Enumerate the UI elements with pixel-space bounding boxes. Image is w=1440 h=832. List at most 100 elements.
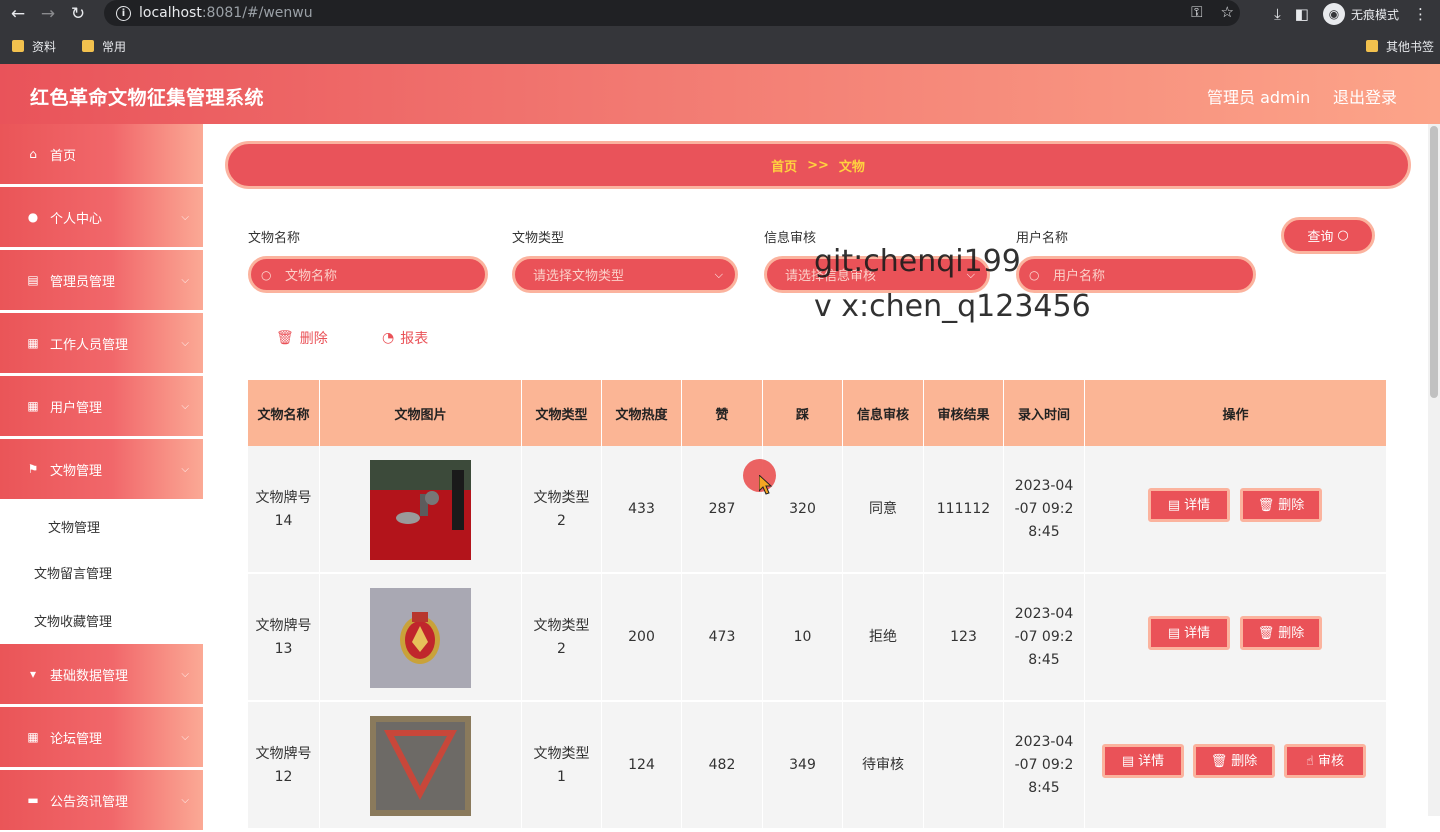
sidebar-item-basic-data[interactable]: ▾ 基础数据管理 ⌵: [0, 644, 203, 706]
relic-image-thumbnail[interactable]: [370, 459, 471, 560]
other-bookmarks[interactable]: 其他书签: [1365, 38, 1434, 55]
sidebar-item-home[interactable]: ⌂ 首页: [0, 124, 203, 186]
delete-button[interactable]: 🗑 删除: [1240, 616, 1322, 650]
trash-icon: 🗑: [276, 330, 294, 346]
table-header: 文物名称 文物图片 文物类型 文物热度 赞 踩 信息审核 审核结果 录入时间 操…: [248, 380, 1386, 446]
sidebar-item-news[interactable]: ▬ 公告资讯管理 ⌵: [0, 770, 203, 832]
forward-icon[interactable]: →: [36, 2, 60, 26]
sidebar-item-staff[interactable]: ▦ 工作人员管理 ⌵: [0, 313, 203, 375]
detail-button[interactable]: ▤ 详情: [1148, 488, 1230, 522]
submenu-item-relic-messages[interactable]: 文物留言管理: [34, 563, 112, 582]
home-icon: ⌂: [29, 147, 37, 161]
trash-icon: 🗑: [1257, 625, 1275, 641]
sidebar: ⌂ 首页 ● 个人中心 ⌵ ▤ 管理员管理 ⌵ ▦ 工作人员管理 ⌵ ▦ 用户管理 ⌵ ⚑ 文物管理…: [0, 124, 207, 832]
bookmark-folder[interactable]: 常用: [82, 38, 126, 55]
scrollbar-thumb[interactable]: [1430, 126, 1438, 398]
watermark-line: v x:chen_q123456: [814, 289, 1091, 324]
browser-chrome: ← → ↻ i localhost:8081/#/wenwu ⚿ ☆ ⤓ ◧ ◉…: [0, 0, 1440, 64]
column-header: 文物类型: [522, 380, 602, 446]
site-info-icon[interactable]: i: [116, 5, 131, 21]
cell-actions: ▤ 详情 🗑 删除: [1085, 574, 1386, 701]
cell-text: 2023-04-07 09:28:45: [1014, 606, 1074, 668]
sidebar-item-forum[interactable]: ▦ 论坛管理 ⌵: [0, 707, 203, 769]
button-label: 详情: [1184, 497, 1211, 513]
address-bar[interactable]: i localhost:8081/#/wenwu: [104, 0, 1240, 26]
cell-likes: 482: [682, 702, 763, 829]
report-label: 报表: [400, 331, 429, 347]
relic-type-select[interactable]: 请选择文物类型 ⌵: [512, 256, 738, 293]
button-label: 审核: [1317, 753, 1344, 769]
cell-text: 文物牌号14: [255, 489, 312, 529]
chevron-down-icon: ⌵: [181, 400, 189, 412]
grid-icon: ▦: [27, 336, 39, 350]
chevron-down-icon: ⌵: [181, 337, 189, 349]
sidebar-item-admins[interactable]: ▤ 管理员管理 ⌵: [0, 250, 203, 312]
sidebar-item-profile[interactable]: ● 个人中心 ⌵: [0, 187, 203, 249]
bookmark-folder[interactable]: 资料: [12, 38, 56, 55]
back-icon[interactable]: ←: [6, 2, 30, 26]
submenu-item-relics[interactable]: 文物管理: [48, 517, 100, 536]
bookmark-label: 其他书签: [1385, 39, 1434, 54]
flag-icon: ⚑: [27, 462, 39, 476]
sidebar-item-users[interactable]: ▦ 用户管理 ⌵: [0, 376, 203, 438]
folder-icon: [82, 40, 95, 52]
cell-text: 2023-04-07 09:28:45: [1014, 734, 1074, 796]
cell-relic-image: [320, 702, 522, 829]
sidebar-item-relics[interactable]: ⚑ 文物管理 ⌵: [0, 439, 203, 501]
cell-dislikes: 10: [763, 574, 843, 701]
incognito-icon: ◉: [1322, 3, 1345, 25]
input-placeholder: 用户名称: [1053, 269, 1106, 284]
table-row: 文物牌号14 文物类型2 433 287 320 同意 111112 2023-…: [248, 446, 1386, 573]
thumbs-up-icon: ☝: [1306, 753, 1314, 769]
bookmark-label: 资料: [32, 39, 57, 54]
query-button[interactable]: 查询 ○: [1281, 217, 1375, 254]
search-icon: ○: [1029, 267, 1040, 282]
delete-button[interactable]: 🗑 删除: [1240, 488, 1322, 522]
sidebar-item-label: 文物管理: [50, 463, 103, 479]
menu-dots-icon[interactable]: ⋮: [1413, 5, 1428, 23]
logout-link[interactable]: 退出登录: [1333, 84, 1397, 108]
watermark-line: git:chenqi199: [814, 244, 1021, 279]
relic-image-thumbnail[interactable]: [370, 587, 471, 688]
folder-icon: [1365, 40, 1378, 52]
trash-icon: 🗑: [1257, 497, 1275, 513]
report-button[interactable]: ◔ 报表: [382, 328, 428, 348]
cell-text: 文物类型2: [533, 489, 590, 529]
cell-relic-type: 文物类型2: [522, 574, 602, 701]
cell-result: 123: [924, 574, 1004, 701]
url-path: :8081/#/wenwu: [201, 5, 313, 21]
detail-button[interactable]: ▤ 详情: [1148, 616, 1230, 650]
cup-icon: ▬: [27, 793, 39, 807]
bookmarks-bar: 资料 常用 其他书签: [0, 32, 1440, 60]
cell-relic-type: 文物类型2: [522, 446, 602, 573]
query-button-label: 查询: [1307, 230, 1334, 245]
reload-icon[interactable]: ↻: [66, 2, 90, 26]
submenu-item-relic-favorites[interactable]: 文物收藏管理: [34, 611, 112, 630]
breadcrumb-home[interactable]: 首页: [771, 156, 797, 175]
column-header: 文物图片: [320, 380, 522, 446]
download-icon[interactable]: ⤓: [1274, 5, 1281, 23]
cell-result: 111112: [924, 446, 1004, 573]
page-scrollbar[interactable]: [1428, 124, 1440, 816]
audit-button[interactable]: ☝ 审核: [1284, 744, 1366, 778]
column-header: 操作: [1222, 407, 1249, 423]
cell-dislikes: 320: [763, 446, 843, 573]
relic-image-thumbnail[interactable]: [370, 715, 471, 816]
input-placeholder: 文物名称: [285, 269, 338, 284]
filter-label-audit: 信息审核: [764, 231, 817, 246]
filter-label-type: 文物类型: [512, 231, 565, 246]
incognito-indicator[interactable]: ◉ 无痕模式: [1322, 3, 1399, 25]
button-label: 删除: [1278, 497, 1305, 513]
button-label: 详情: [1138, 753, 1165, 769]
sidepanel-icon[interactable]: ◧: [1295, 5, 1309, 23]
breadcrumb-separator: >>: [807, 157, 829, 173]
bulk-delete-button[interactable]: 🗑 删除: [276, 328, 328, 348]
key-icon[interactable]: ⚿: [1191, 3, 1202, 21]
user-name-input[interactable]: ○ 用户名称: [1016, 256, 1256, 293]
app-title: 红色革命文物征集管理系统: [30, 87, 265, 109]
relic-name-input[interactable]: ○ 文物名称: [248, 256, 488, 293]
delete-button[interactable]: 🗑 删除: [1193, 744, 1275, 778]
incognito-label: 无痕模式: [1350, 7, 1399, 22]
star-icon[interactable]: ☆: [1221, 3, 1234, 21]
detail-button[interactable]: ▤ 详情: [1102, 744, 1184, 778]
